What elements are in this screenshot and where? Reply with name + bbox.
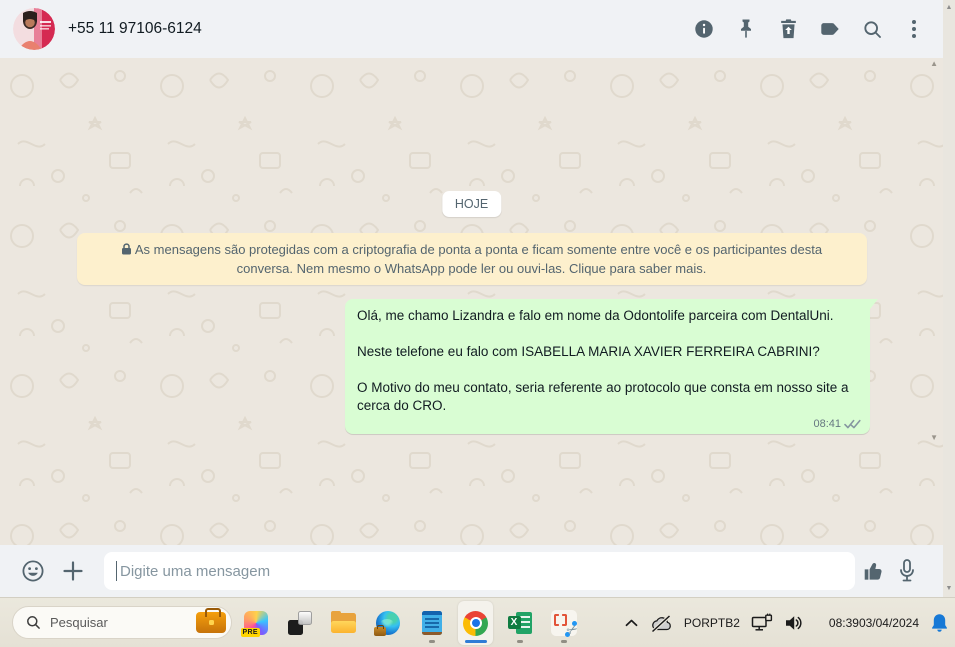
message-input[interactable]: Digite uma mensagem: [104, 552, 855, 590]
search-icon: [27, 616, 40, 629]
copilot-icon: PRE: [240, 611, 268, 637]
excel-icon: X: [507, 612, 532, 634]
whatsapp-window: +55 11 97106-6124 ▲ ▼ HOJE As mensagens …: [0, 0, 955, 647]
taskbar-app-copilot[interactable]: PRE: [238, 601, 273, 645]
message-paragraph: Olá, me chamo Lizandra e falo em nome da…: [357, 308, 834, 323]
snipping-tool-icon: ✂: [550, 610, 580, 639]
network-ethernet-icon[interactable]: [751, 613, 773, 633]
taskbar-apps: PRE X ✂: [238, 601, 581, 645]
date-divider-badge: HOJE: [441, 191, 502, 217]
chat-header: +55 11 97106-6124: [0, 0, 943, 58]
edge-icon: [373, 611, 400, 636]
message-meta: 08:41: [813, 418, 861, 430]
taskbar-app-excel[interactable]: X: [502, 601, 537, 645]
scrollbar-up-arrow[interactable]: ▲: [943, 3, 955, 13]
page-scrollbar[interactable]: ▲ ▼: [943, 0, 955, 597]
message-paragraph: Neste telefone eu falo com ISABELLA MARI…: [357, 344, 820, 359]
text-caret: [116, 561, 117, 581]
volume-speaker-icon[interactable]: [784, 613, 804, 633]
header-actions: [691, 0, 927, 58]
chat-scroll-up-arrow[interactable]: ▲: [930, 59, 938, 68]
taskbar-app-chrome[interactable]: [458, 601, 493, 645]
chat-scroll-down-arrow[interactable]: ▼: [930, 433, 938, 442]
input-placeholder: Digite uma mensagem: [120, 562, 271, 580]
contact-avatar[interactable]: [13, 8, 55, 50]
delete-icon[interactable]: [775, 16, 801, 42]
clock-date: 03/04/2024: [858, 615, 919, 630]
taskbar-clock[interactable]: 08:39 03/04/2024: [829, 616, 919, 631]
briefcase-icon[interactable]: [196, 608, 226, 633]
language-line1: POR: [683, 616, 710, 630]
copilot-pre-badge: PRE: [240, 628, 260, 637]
message-paragraph: O Motivo do meu contato, seria referente…: [357, 380, 849, 413]
double-check-icon: [844, 419, 861, 428]
running-indicator: [428, 640, 435, 643]
emoji-icon[interactable]: [20, 558, 46, 584]
lock-icon: [121, 242, 132, 260]
windows-taskbar: Pesquisar PRE X ✂ POR PTB2 08:39 03/04/2…: [0, 597, 955, 647]
message-time: 08:41: [813, 418, 841, 430]
running-indicator: [516, 640, 523, 643]
taskbar-app-snipping-tool[interactable]: ✂: [546, 601, 581, 645]
contact-name[interactable]: +55 11 97106-6124: [68, 0, 202, 58]
chat-area: ▲ ▼ HOJE As mensagens são protegidas com…: [0, 58, 943, 545]
menu-kebab-icon[interactable]: [901, 16, 927, 42]
task-view-icon: [287, 611, 312, 635]
language-indicator[interactable]: POR PTB2: [684, 616, 740, 630]
outgoing-message-bubble: Olá, me chamo Lizandra e falo em nome da…: [345, 299, 878, 434]
encryption-notice-text: As mensagens são protegidas com a cripto…: [134, 242, 823, 276]
search-placeholder: Pesquisar: [50, 615, 108, 630]
chrome-icon: [463, 610, 488, 636]
taskbar-app-file-explorer[interactable]: [326, 601, 361, 645]
clock-time: 08:39: [828, 615, 859, 630]
label-icon[interactable]: [817, 16, 843, 42]
onedrive-cloud-off-icon[interactable]: [649, 614, 673, 633]
message-composer: Digite uma mensagem: [0, 545, 943, 597]
notification-bell-icon[interactable]: [930, 613, 949, 634]
encryption-notice-banner[interactable]: As mensagens são protegidas com a cripto…: [76, 233, 867, 285]
taskbar-app-edge[interactable]: [370, 601, 405, 645]
work-profile-badge: [373, 624, 386, 636]
system-tray: POR PTB2 08:39 03/04/2024: [625, 598, 949, 647]
scrollbar-down-arrow[interactable]: ▼: [943, 584, 955, 594]
notepad-icon: [421, 611, 442, 635]
taskbar-app-task-view[interactable]: [282, 601, 317, 645]
chevron-up-icon[interactable]: [625, 619, 638, 627]
language-line2: PTB2: [709, 616, 740, 630]
attach-plus-icon[interactable]: [61, 559, 85, 583]
file-explorer-icon: [331, 611, 356, 633]
avatar-image: [13, 8, 55, 50]
info-icon[interactable]: [691, 16, 717, 42]
thumbs-up-icon[interactable]: [862, 559, 888, 583]
pin-icon[interactable]: [733, 16, 759, 42]
active-running-indicator: [464, 640, 487, 643]
taskbar-app-notepad[interactable]: [414, 601, 449, 645]
bubble-tail: [870, 299, 878, 309]
mic-icon[interactable]: [896, 558, 918, 584]
running-indicator: [560, 640, 567, 643]
taskbar-search[interactable]: Pesquisar: [12, 606, 232, 639]
search-icon[interactable]: [859, 16, 885, 42]
